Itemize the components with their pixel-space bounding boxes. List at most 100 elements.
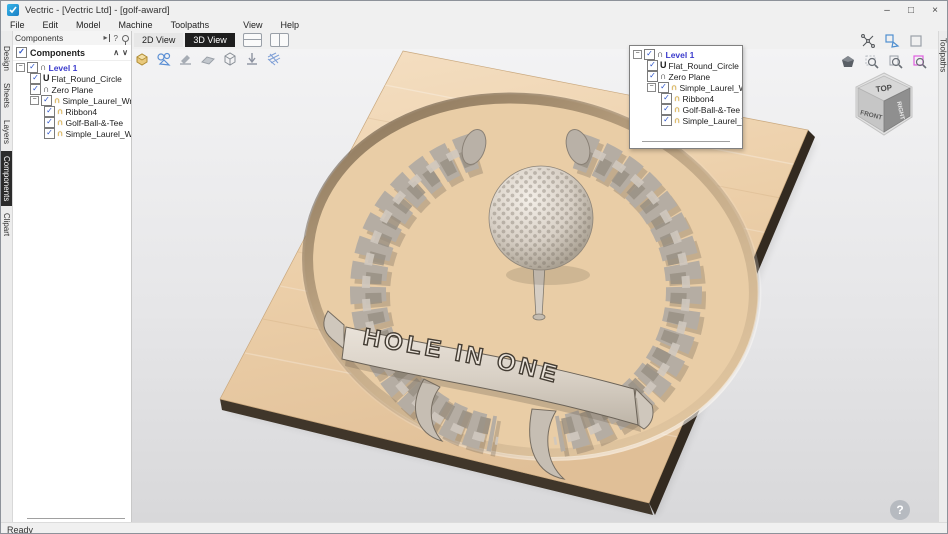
tree-row-zero-plane[interactable]: ✓ ∩ Zero Plane bbox=[630, 71, 742, 82]
checkbox[interactable]: ✓ bbox=[30, 73, 41, 84]
tree-row-wreath-group[interactable]: − ✓ ∩ Simple_Laurel_Wreath - Group bbox=[630, 82, 742, 93]
close-button[interactable]: × bbox=[923, 1, 947, 19]
status-text: Ready bbox=[7, 525, 33, 534]
zoom-drawing-icon[interactable] bbox=[888, 54, 904, 70]
tree-row-golf-ball[interactable]: ✓ ∩ Golf-Ball-&-Tee bbox=[630, 104, 742, 115]
selection-mode-icon[interactable] bbox=[884, 33, 900, 49]
zoom-selected-icon[interactable] bbox=[912, 54, 928, 70]
zero-plane-icon: ∩ bbox=[43, 85, 50, 94]
tree-row-flat-round-circle[interactable]: ✓ U Flat_Round_Circle bbox=[13, 73, 131, 84]
checkbox[interactable]: ✓ bbox=[27, 62, 38, 73]
tree-row-golf-ball[interactable]: ✓ ∩ Golf-Ball-&-Tee bbox=[13, 117, 131, 128]
snap-guides-icon[interactable] bbox=[860, 33, 876, 49]
checkbox[interactable]: ✓ bbox=[44, 117, 55, 128]
modeling-toolbar bbox=[134, 51, 282, 67]
checkbox[interactable]: ✓ bbox=[44, 128, 55, 139]
checkbox[interactable]: ✓ bbox=[644, 49, 655, 60]
popup-resize-handle[interactable] bbox=[642, 140, 730, 142]
menu-model[interactable]: Model bbox=[67, 20, 110, 30]
tree-label[interactable]: Simple_Laurel_Wreath bbox=[683, 116, 743, 126]
tree-label[interactable]: Level 1 bbox=[666, 50, 695, 60]
component-shapes-icon[interactable] bbox=[156, 51, 172, 67]
checkbox[interactable]: ✓ bbox=[658, 82, 669, 93]
components-root-row[interactable]: ✓ Components ∧ ∨ bbox=[13, 45, 131, 61]
level-icon: ∩ bbox=[40, 63, 47, 72]
tree-label[interactable]: Simple_Laurel_Wreath - Group bbox=[63, 96, 132, 106]
minimize-button[interactable]: – bbox=[875, 1, 899, 19]
checkbox[interactable]: ✓ bbox=[661, 93, 672, 104]
zoom-box-icon[interactable] bbox=[864, 54, 880, 70]
expander-icon[interactable]: − bbox=[16, 63, 25, 72]
menu-machine[interactable]: Machine bbox=[110, 20, 162, 30]
tab-clipart[interactable]: Clipart bbox=[1, 208, 12, 241]
plane-icon[interactable] bbox=[200, 51, 216, 67]
checkbox[interactable]: ✓ bbox=[30, 84, 41, 95]
import-arrow-icon[interactable] bbox=[244, 51, 260, 67]
tree-row-zero-plane[interactable]: ✓ ∩ Zero Plane bbox=[13, 84, 131, 95]
tab-sheets[interactable]: Sheets bbox=[1, 78, 12, 113]
checkbox[interactable]: ✓ bbox=[661, 115, 672, 126]
menu-file[interactable]: File bbox=[1, 20, 34, 30]
maximize-button[interactable]: □ bbox=[899, 1, 923, 19]
checkbox[interactable]: ✓ bbox=[41, 95, 52, 106]
components-root-label: Components bbox=[30, 48, 85, 58]
app-icon bbox=[7, 4, 19, 16]
pin-icon[interactable] bbox=[122, 35, 129, 42]
tree-label[interactable]: Level 1 bbox=[49, 63, 78, 73]
expander-icon[interactable]: − bbox=[30, 96, 39, 105]
checkbox[interactable]: ✓ bbox=[647, 60, 658, 71]
split-horizontal-icon[interactable] bbox=[243, 33, 262, 47]
tree-label[interactable]: Simple_Laurel_Wreath - Group bbox=[680, 83, 743, 93]
tree-row-wreath[interactable]: ✓ ∩ Simple_Laurel_Wreath bbox=[13, 128, 131, 139]
tab-toolpaths[interactable]: Toolpaths bbox=[938, 33, 948, 77]
tree-label[interactable]: Golf-Ball-&-Tee bbox=[683, 105, 741, 115]
tab-layers[interactable]: Layers bbox=[1, 115, 12, 149]
tree-label[interactable]: Flat_Round_Circle bbox=[52, 74, 122, 84]
panel-help-icon[interactable]: ? bbox=[114, 34, 118, 43]
tab-2d-view[interactable]: 2D View bbox=[134, 33, 183, 47]
shaded-view-icon[interactable] bbox=[840, 54, 856, 70]
help-bubble[interactable]: ? bbox=[890, 500, 910, 520]
checkbox[interactable]: ✓ bbox=[661, 104, 672, 115]
expander-icon[interactable]: − bbox=[633, 50, 642, 59]
texture-mesh-icon[interactable] bbox=[266, 51, 282, 67]
tree-label[interactable]: Zero Plane bbox=[669, 72, 711, 82]
tree-row-flat-round-circle[interactable]: ✓ U Flat_Round_Circle bbox=[630, 60, 742, 71]
tree-label[interactable]: Ribbon4 bbox=[683, 94, 715, 104]
material-block-icon[interactable] bbox=[134, 51, 150, 67]
view-cube[interactable]: TOP FRONT RIGHT bbox=[848, 71, 920, 144]
tree-row-wreath[interactable]: ✓ ∩ Simple_Laurel_Wreath bbox=[630, 115, 742, 126]
3d-viewport[interactable]: HOLE IN ONE bbox=[132, 49, 938, 522]
tree-row-wreath-group[interactable]: − ✓ ∩ Simple_Laurel_Wreath - Group bbox=[13, 95, 131, 106]
tab-design[interactable]: Design bbox=[1, 41, 12, 76]
panel-horizontal-scrollbar[interactable] bbox=[27, 512, 125, 519]
set-selection-icon[interactable] bbox=[178, 51, 194, 67]
checkbox[interactable]: ✓ bbox=[44, 106, 55, 117]
components-panel: Components ▸ ? ✓ Components ∧ ∨ − ✓ bbox=[13, 31, 132, 522]
menu-help[interactable]: Help bbox=[271, 20, 308, 30]
tab-components[interactable]: Components bbox=[1, 151, 12, 206]
right-tab-strip: Toolpaths bbox=[938, 31, 947, 522]
tree-label[interactable]: Golf-Ball-&-Tee bbox=[66, 118, 124, 128]
tree-row-level1[interactable]: − ✓ ∩ Level 1 bbox=[630, 49, 742, 60]
wireframe-box-icon[interactable] bbox=[222, 51, 238, 67]
tab-3d-view[interactable]: 3D View bbox=[185, 33, 234, 47]
tree-row-ribbon4[interactable]: ✓ ∩ Ribbon4 bbox=[13, 106, 131, 117]
tree-label[interactable]: Flat_Round_Circle bbox=[669, 61, 739, 71]
menu-view[interactable]: View bbox=[234, 20, 271, 30]
checkbox[interactable]: ✓ bbox=[647, 71, 658, 82]
tree-label[interactable]: Ribbon4 bbox=[66, 107, 98, 117]
menu-edit[interactable]: Edit bbox=[34, 20, 68, 30]
expander-icon[interactable]: − bbox=[647, 83, 656, 92]
split-vertical-icon[interactable] bbox=[270, 33, 289, 47]
undock-icon[interactable]: ▸ bbox=[104, 34, 110, 42]
tree-row-ribbon4[interactable]: ✓ ∩ Ribbon4 bbox=[630, 93, 742, 104]
tree-row-level1[interactable]: − ✓ ∩ Level 1 bbox=[13, 62, 131, 73]
bounding-box-icon[interactable] bbox=[908, 33, 924, 49]
expand-all-icon[interactable]: ∨ bbox=[122, 48, 128, 57]
components-root-checkbox[interactable]: ✓ bbox=[16, 47, 27, 58]
tree-label[interactable]: Simple_Laurel_Wreath bbox=[66, 129, 132, 139]
collapse-all-icon[interactable]: ∧ bbox=[113, 48, 119, 57]
menu-toolpaths[interactable]: Toolpaths bbox=[162, 20, 219, 30]
tree-label[interactable]: Zero Plane bbox=[52, 85, 94, 95]
